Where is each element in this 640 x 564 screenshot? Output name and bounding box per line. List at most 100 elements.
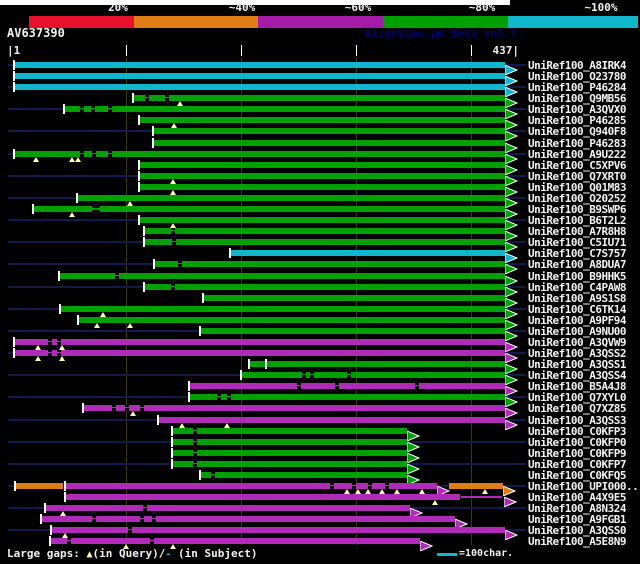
alignment-start-tick — [138, 215, 140, 225]
scale-100char-label: =100char. — [459, 548, 513, 560]
alignment-bar[interactable] — [42, 516, 455, 522]
alignment-bar[interactable] — [172, 439, 407, 445]
subject-gap-break — [125, 405, 129, 411]
alignment-bar[interactable] — [172, 461, 407, 467]
subject-gap-break — [178, 261, 182, 267]
subject-label[interactable]: UniRef100_A3QSS3 — [528, 415, 626, 426]
subject-label[interactable]: UniRef100_P46283 — [528, 138, 626, 149]
alignment-start-tick — [229, 248, 231, 258]
alignment-start-tick — [143, 226, 145, 236]
alignment-start-tick — [171, 459, 173, 469]
alignment-start-tick — [202, 293, 204, 303]
alignment-start-tick — [13, 82, 15, 92]
alignment-bar[interactable] — [159, 417, 505, 423]
subject-gap-break — [217, 394, 221, 400]
alignment-bar[interactable] — [45, 505, 410, 511]
alignment-bar[interactable] — [64, 106, 505, 112]
alignment-start-tick — [49, 536, 51, 546]
alignment-bar[interactable] — [13, 73, 505, 79]
alignment-bar[interactable] — [154, 261, 505, 267]
alignment-start-tick — [13, 149, 15, 159]
alignment-bar[interactable] — [139, 173, 505, 179]
alignment-bar[interactable] — [78, 317, 505, 323]
alignment-bar[interactable] — [84, 405, 505, 411]
subject-gap-break — [92, 151, 96, 157]
alignment-start-tick — [240, 370, 242, 380]
subject-gap-break — [108, 106, 112, 112]
subject-gap-break — [145, 95, 149, 101]
alignment-start-tick — [138, 182, 140, 192]
alignment-bar[interactable] — [449, 483, 503, 489]
alignment-bar[interactable] — [14, 339, 505, 345]
alignment-bar[interactable] — [139, 217, 505, 223]
alignment-start-tick — [188, 381, 190, 391]
subject-label[interactable]: UniRef100_B9HHK5 — [528, 271, 626, 282]
ruler-tick — [241, 45, 242, 56]
alignment-bar[interactable] — [190, 383, 505, 389]
alignment-bar[interactable] — [60, 306, 505, 312]
subject-gap-break — [211, 472, 215, 478]
alignment-bar[interactable] — [50, 538, 420, 544]
alignment-bar[interactable] — [172, 428, 407, 434]
alignment-bar[interactable] — [13, 62, 505, 68]
alignment-start-tick — [138, 160, 140, 170]
alignment-bar[interactable] — [230, 250, 505, 256]
subject-gap-break — [67, 538, 71, 544]
alignment-start-tick — [152, 138, 154, 148]
subject-label[interactable]: UniRef100_Q940F8 — [528, 126, 626, 137]
alignment-start-tick — [64, 481, 66, 491]
scale-tick-label: ~40% — [229, 2, 256, 14]
gap-legend: Large gaps: ▲(in Query)/- (in Subject) — [7, 548, 258, 561]
alignment-bar[interactable] — [190, 394, 505, 400]
alignment-bar[interactable] — [14, 350, 505, 356]
subject-gap-break — [193, 439, 197, 445]
subject-gap-break — [92, 516, 96, 522]
alignment-bar[interactable] — [200, 328, 505, 334]
subject-gap-break — [171, 228, 175, 234]
alignment-bar[interactable] — [66, 494, 460, 500]
alignment-bar[interactable] — [15, 483, 63, 489]
alignment-bar[interactable] — [172, 450, 407, 456]
alignment-bar[interactable] — [248, 361, 505, 367]
watermark-text: AlignView.pm Beta rel.7 — [365, 28, 517, 40]
alignment-bar[interactable] — [52, 527, 505, 533]
scale-tick-label: ~80% — [469, 2, 496, 14]
alignment-bar[interactable] — [132, 95, 505, 101]
alignment-bar[interactable] — [144, 284, 505, 290]
alignment-bar[interactable] — [77, 195, 505, 201]
legend-suffix: (in Subject) — [171, 547, 257, 560]
alignment-bar[interactable] — [144, 239, 505, 245]
subject-label[interactable]: UniRef100_C4PAW8 — [528, 282, 626, 293]
subject-gap-break — [165, 95, 169, 101]
subject-label[interactable]: UniRef100_Q7XZ85 — [528, 403, 626, 414]
alignment-start-tick — [153, 259, 155, 269]
alignment-start-tick — [13, 348, 15, 358]
subject-label[interactable]: UniRef100_A9U222 — [528, 149, 626, 160]
alignment-bar[interactable] — [13, 151, 505, 157]
alignment-bar[interactable] — [139, 184, 505, 190]
alignment-start-tick — [171, 426, 173, 436]
subject-label[interactable]: UniRef100_C0KFP3 — [528, 426, 626, 437]
alignment-bar[interactable] — [144, 228, 505, 234]
alignment-bar[interactable] — [203, 295, 505, 301]
alignment-bar[interactable] — [13, 84, 505, 90]
alignment-start-tick — [143, 282, 145, 292]
subject-gap-break — [415, 383, 419, 389]
alignment-bar[interactable] — [139, 117, 505, 123]
alignment-bar[interactable] — [242, 372, 505, 378]
alignment-start-tick — [132, 93, 134, 103]
alignment-bar[interactable] — [153, 140, 505, 146]
subject-gap-break — [172, 239, 176, 245]
subject-gap-break — [143, 505, 147, 511]
alignment-bar[interactable] — [59, 273, 505, 279]
subject-label[interactable]: UniRef100_A8DUA7 — [528, 259, 626, 270]
subject-gap-break — [193, 428, 197, 434]
subject-label[interactable]: UniRef100_A5E8N9 — [528, 536, 626, 547]
alignment-bar[interactable] — [100, 206, 505, 212]
alignment-start-tick — [13, 60, 15, 70]
alignment-start-tick — [171, 448, 173, 458]
alignment-bar[interactable] — [200, 472, 407, 478]
alignment-bar[interactable] — [139, 162, 505, 168]
alignment-bar[interactable] — [153, 128, 505, 134]
alignment-bar[interactable] — [33, 206, 92, 212]
